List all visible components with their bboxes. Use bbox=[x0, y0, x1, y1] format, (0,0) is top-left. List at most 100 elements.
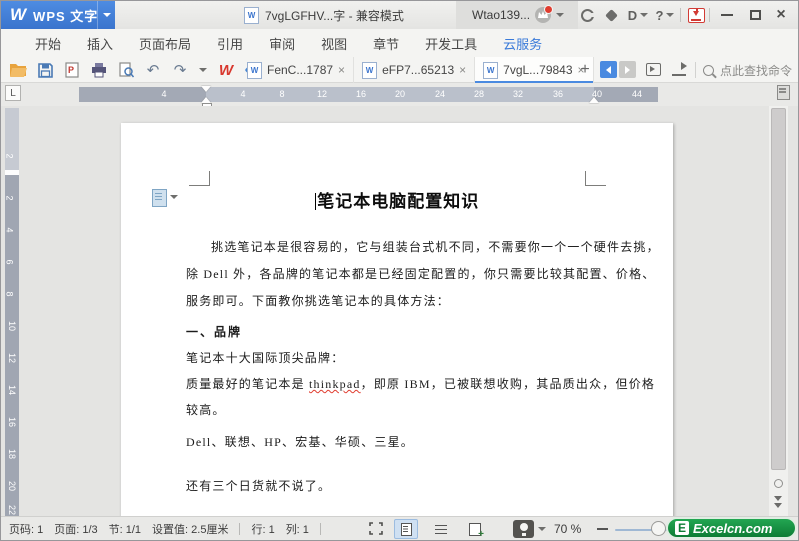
document-title[interactable]: 笔记本电脑配置知识 bbox=[121, 187, 673, 212]
folder-open-icon bbox=[9, 64, 27, 77]
ruler-number: 2 bbox=[4, 195, 15, 201]
body-line[interactable]: 较高。 bbox=[186, 401, 226, 418]
fullscreen-button[interactable] bbox=[369, 522, 383, 535]
web-view-icon bbox=[469, 522, 484, 540]
wps-home-button[interactable]: W bbox=[217, 61, 235, 79]
doc-mode-icon: D bbox=[627, 7, 638, 23]
page-view-button[interactable] bbox=[394, 519, 418, 539]
margin-crop-mark-left bbox=[189, 171, 210, 186]
body-line[interactable]: 笔记本十大国际顶尖品牌： bbox=[186, 349, 344, 366]
section-heading[interactable]: 一、品牌 bbox=[186, 323, 242, 340]
download-button[interactable] bbox=[685, 1, 707, 29]
vertical-ruler[interactable] bbox=[5, 175, 19, 516]
play-button[interactable] bbox=[646, 63, 661, 76]
web-view-button[interactable] bbox=[463, 519, 487, 540]
help-button[interactable]: ? bbox=[653, 1, 677, 29]
browse-object-button[interactable] bbox=[774, 479, 783, 488]
body-line[interactable]: Dell、联想、HP、宏基、华硕、三星。 bbox=[186, 433, 414, 450]
ruler-toggle-icon[interactable] bbox=[777, 85, 790, 100]
first-line-indent-marker[interactable] bbox=[201, 86, 211, 92]
menu-home[interactable]: 开始 bbox=[22, 34, 74, 53]
ruler-number: 22 bbox=[7, 504, 18, 516]
status-page-count: 页面: 1/3 bbox=[54, 523, 98, 536]
titlebar-separator bbox=[680, 8, 681, 22]
command-search[interactable]: 点此查找命令 bbox=[703, 57, 792, 83]
ruler-number: 44 bbox=[631, 89, 643, 99]
zoom-slider-handle[interactable] bbox=[651, 521, 666, 536]
wps-app-button[interactable]: W WPS 文字 bbox=[1, 1, 115, 29]
next-page-button[interactable] bbox=[774, 496, 783, 510]
download-icon bbox=[687, 7, 705, 23]
close-tab-icon[interactable]: × bbox=[459, 63, 466, 77]
ruler-number: 12 bbox=[316, 89, 328, 99]
doc-tab-1[interactable]: W FenC...1787 × bbox=[239, 57, 355, 83]
menu-cloud-service[interactable]: 云服务 bbox=[490, 34, 555, 53]
body-line[interactable]: 还有三个日货就不说了。 bbox=[186, 477, 331, 494]
page-view-icon bbox=[400, 522, 412, 536]
spellcheck-word: thinkpad bbox=[309, 377, 361, 391]
skin-button[interactable] bbox=[577, 1, 597, 29]
close-button[interactable]: × bbox=[769, 1, 793, 29]
scrollbar-thumb[interactable] bbox=[771, 108, 786, 470]
toolbar-separator bbox=[695, 62, 696, 78]
menu-review[interactable]: 审阅 bbox=[256, 34, 308, 53]
settings-button[interactable] bbox=[601, 1, 621, 29]
close-tab-icon[interactable]: × bbox=[338, 63, 345, 77]
vertical-ruler-margin: 2 bbox=[5, 108, 19, 170]
menu-page-layout[interactable]: 页面布局 bbox=[126, 34, 204, 53]
print-preview-icon bbox=[118, 62, 134, 78]
prev-tab-button[interactable] bbox=[600, 61, 617, 78]
doc-mode-button[interactable]: D bbox=[625, 1, 651, 29]
document-page[interactable]: 笔记本电脑配置知识 挑选笔记本是很容易的，它与组装台式机不同，不需要你一个一个硬… bbox=[121, 123, 673, 516]
ruler-number: 16 bbox=[7, 416, 18, 428]
next-tab-button[interactable] bbox=[619, 61, 636, 78]
ruler-number: 20 bbox=[7, 480, 18, 492]
minimize-button[interactable] bbox=[715, 1, 739, 29]
ribbon-menu: 开始 插入 页面布局 引用 审阅 视图 章节 开发工具 云服务 bbox=[1, 29, 798, 57]
ruler-number: 36 bbox=[552, 89, 564, 99]
body-line[interactable]: 质量最好的笔记本是 thinkpad，即原 IBM，已被联想收购，其品质出众，但… bbox=[186, 375, 655, 392]
new-tab-button[interactable]: + bbox=[575, 60, 595, 80]
app-menu-caret[interactable] bbox=[97, 1, 115, 29]
outline-view-button[interactable] bbox=[429, 519, 453, 539]
save-button[interactable] bbox=[36, 61, 54, 79]
export-pdf-icon: P bbox=[65, 62, 79, 78]
menu-insert[interactable]: 插入 bbox=[74, 34, 126, 53]
eye-protect-button[interactable] bbox=[513, 520, 534, 538]
export-pdf-button[interactable]: P bbox=[63, 61, 81, 79]
document-icon: W bbox=[244, 6, 259, 24]
account-caret-icon bbox=[556, 13, 565, 17]
quick-toolbar: P ↶ ↷ W W FenC...1787 × W eFP7...65213 ×… bbox=[1, 57, 798, 83]
menu-view[interactable]: 视图 bbox=[308, 34, 360, 53]
vertical-scrollbar[interactable] bbox=[769, 106, 788, 516]
body-line[interactable]: 服务即可。下面教你挑选笔记本的具体方法： bbox=[186, 292, 450, 309]
redo-button[interactable]: ↷ bbox=[171, 61, 189, 79]
horizontal-ruler[interactable]: 4 4 8 12 16 20 24 28 32 36 40 44 bbox=[79, 86, 658, 110]
zoom-out-button[interactable] bbox=[597, 528, 608, 530]
share-button[interactable] bbox=[672, 62, 687, 76]
open-file-button[interactable] bbox=[9, 61, 27, 79]
print-icon bbox=[92, 62, 106, 77]
undo-button[interactable]: ↶ bbox=[144, 61, 162, 79]
print-preview-button[interactable] bbox=[117, 61, 135, 79]
titlebar-separator bbox=[709, 8, 710, 22]
tab-stop-selector[interactable]: L bbox=[5, 85, 21, 101]
menu-references[interactable]: 引用 bbox=[204, 34, 256, 53]
toolbar-more-button[interactable] bbox=[198, 61, 208, 79]
account-button[interactable]: Wtao139... bbox=[456, 1, 578, 29]
ruler-number: 28 bbox=[473, 89, 485, 99]
menu-section[interactable]: 章节 bbox=[360, 34, 412, 53]
doc-tab-2[interactable]: W eFP7...65213 × bbox=[354, 57, 476, 83]
doc-tab-label: 7vgL...79843 bbox=[503, 63, 573, 77]
body-line[interactable]: 除 Dell 外，各品牌的笔记本都是已经固定配置的，你只需要比较其配置、价格、 bbox=[186, 265, 655, 282]
status-line: 行: 1 bbox=[251, 523, 275, 536]
window-document-tab[interactable]: W 7vgLGFHV...字 - 兼容模式 bbox=[244, 1, 404, 29]
right-indent-marker[interactable] bbox=[589, 97, 599, 103]
close-icon: × bbox=[776, 6, 786, 23]
body-line[interactable]: 挑选笔记本是很容易的，它与组装台式机不同，不需要你一个一个硬件去挑， bbox=[186, 238, 660, 255]
search-icon bbox=[703, 64, 714, 76]
print-button[interactable] bbox=[90, 61, 108, 79]
maximize-button[interactable] bbox=[743, 1, 767, 29]
menu-developer[interactable]: 开发工具 bbox=[412, 34, 490, 53]
eye-protect-caret-icon[interactable] bbox=[538, 527, 546, 531]
